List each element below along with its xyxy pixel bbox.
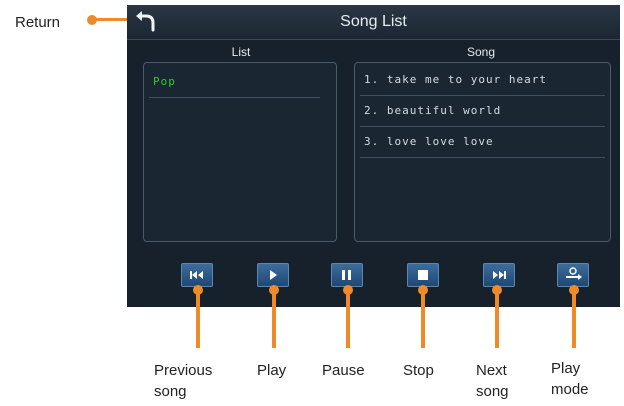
pause-callout-line [346,290,350,348]
list-item-pop[interactable]: Pop [149,67,320,98]
stop-callout-line [421,290,425,348]
play-icon [270,270,277,280]
play-mode-button[interactable] [557,263,589,287]
previous-song-button[interactable] [181,263,213,287]
play-mode-annotation: Play mode [551,360,589,398]
return-annotation: Return [15,14,61,31]
previous-song-callout-line [196,290,200,348]
play-mode-callout-line [572,290,576,348]
next-song-annotation: Next song [476,362,509,400]
song-panel: 1. take me to your heart 2. beautiful wo… [354,62,611,242]
song-heading: Song [466,45,496,59]
song-item[interactable]: 1. take me to your heart [360,65,605,96]
device-screen: Song List List Song Pop 1. take me to yo… [127,5,620,307]
pause-icon [342,270,351,280]
page-title: Song List [340,13,407,30]
play-annotation: Play [257,362,287,379]
play-mode-icon [566,267,582,280]
title-bar: Song List [127,5,620,40]
previous-song-annotation: Previous song [154,362,213,400]
song-item[interactable]: 3. love love love [360,127,605,158]
stop-button[interactable] [407,263,439,287]
pause-button[interactable] [331,263,363,287]
pause-annotation: Pause [322,362,365,379]
next-song-callout-line [495,290,499,348]
next-song-button[interactable] [483,263,515,287]
list-panel: Pop [143,62,337,242]
play-callout-line [272,290,276,348]
list-heading: List [231,45,251,59]
stop-annotation: Stop [403,362,434,379]
stop-icon [418,270,428,280]
play-button[interactable] [257,263,289,287]
skip-back-icon [190,271,203,279]
song-item[interactable]: 2. beautiful world [360,96,605,127]
skip-forward-icon [493,271,506,279]
